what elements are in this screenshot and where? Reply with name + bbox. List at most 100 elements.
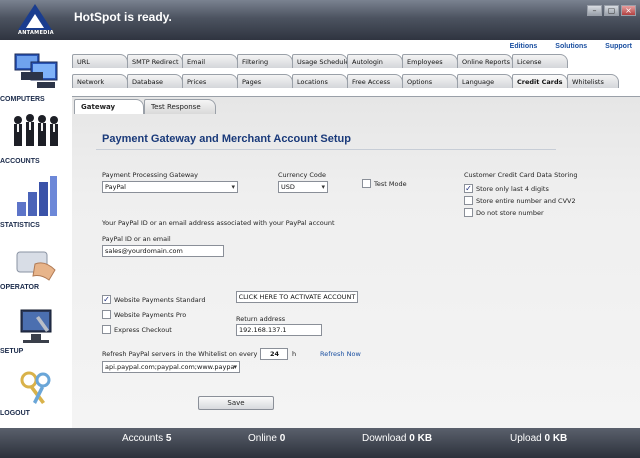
upload-stat-label: Upload xyxy=(510,433,542,444)
tab-usage-schedule[interactable]: Usage Schedule xyxy=(292,54,349,68)
refresh-unit: h xyxy=(292,350,297,358)
brand-label: ANTAMEDIA xyxy=(18,30,54,36)
tab-pages[interactable]: Pages xyxy=(237,74,293,88)
upload-stat: Upload 0 KB xyxy=(510,433,567,444)
support-link[interactable]: Support xyxy=(605,43,632,50)
sidebar-item-operator[interactable]: OPERATOR xyxy=(0,248,72,291)
accounts-stat-value: 5 xyxy=(165,433,172,444)
tab-whitelists[interactable]: Whitelists xyxy=(567,74,619,88)
currency-select[interactable]: USD xyxy=(278,181,328,193)
accounts-stat: Accounts 5 xyxy=(122,433,171,444)
sidebar-item-logout[interactable]: LOGOUT xyxy=(0,368,72,417)
upload-stat-value: 0 KB xyxy=(544,433,568,444)
sidebar-item-computers[interactable]: COMPUTERS xyxy=(0,48,72,103)
sidebar-item-statistics[interactable]: STATISTICS xyxy=(0,174,72,229)
checkbox-box: ✓ xyxy=(464,184,473,193)
sidebar-item-label: COMPUTERS xyxy=(0,96,45,103)
sidebar-item-label: SETUP xyxy=(0,348,24,355)
tab-locations[interactable]: Locations xyxy=(292,74,348,88)
website-payments-standard-checkbox[interactable]: ✓ Website Payments Standard xyxy=(102,295,205,304)
close-button[interactable]: × xyxy=(621,5,636,16)
tab-smtp-redirect[interactable]: SMTP Redirect xyxy=(127,54,183,68)
sidebar-item-label: OPERATOR xyxy=(0,284,40,291)
website-payments-pro-checkbox[interactable]: Website Payments Pro xyxy=(102,310,186,319)
solutions-link[interactable]: Solutions xyxy=(555,43,587,50)
online-stat-value: 0 xyxy=(279,433,286,444)
refresh-now-link[interactable]: Refresh Now xyxy=(320,350,361,358)
save-button[interactable]: Save xyxy=(198,396,274,410)
minimize-button[interactable]: – xyxy=(587,5,602,16)
paypal-note: Your PayPal ID or an email address assoc… xyxy=(102,219,335,227)
checkbox-label: Store only last 4 digits xyxy=(476,184,549,193)
paypal-id-input[interactable]: sales@yourdomain.com xyxy=(102,245,224,257)
tab-language[interactable]: Language xyxy=(457,74,513,88)
tab-license[interactable]: License xyxy=(512,54,568,68)
gateway-select[interactable]: PayPal xyxy=(102,181,238,193)
title-bar: ANTAMEDIA HotSpot is ready. – ▢ × xyxy=(0,0,640,40)
tab-row-2: Network Database Prices Pages Locations … xyxy=(72,74,619,88)
return-address-label: Return address xyxy=(236,315,286,323)
online-stat: Online 0 xyxy=(248,433,285,444)
refresh-label: Refresh PayPal servers in the Whitelist … xyxy=(102,350,258,358)
sidebar-item-accounts[interactable]: ACCOUNTS xyxy=(0,110,72,165)
maximize-button[interactable]: ▢ xyxy=(604,5,619,16)
computers-icon xyxy=(14,53,58,88)
gateway-label: Payment Processing Gateway xyxy=(102,171,199,179)
checkbox-label: Test Mode xyxy=(374,179,407,188)
store-last4-checkbox[interactable]: ✓ Store only last 4 digits xyxy=(464,184,549,193)
checkbox-box xyxy=(464,196,473,205)
setup-icon xyxy=(20,309,52,343)
tab-employees[interactable]: Employees xyxy=(402,54,458,68)
sidebar-item-label: STATISTICS xyxy=(0,222,40,229)
currency-label: Currency Code xyxy=(278,171,326,179)
tab-url[interactable]: URL xyxy=(72,54,128,68)
return-address-input[interactable]: 192.168.137.1 xyxy=(236,324,322,336)
tab-options[interactable]: Options xyxy=(402,74,458,88)
subtab-test-response[interactable]: Test Response xyxy=(144,99,216,114)
credit-cards-panel: Gateway Test Response Payment Gateway an… xyxy=(72,96,640,428)
tab-database[interactable]: Database xyxy=(127,74,183,88)
test-mode-checkbox[interactable]: Test Mode xyxy=(362,179,407,188)
activate-account-button[interactable]: CLICK HERE TO ACTIVATE ACCOUNT xyxy=(236,291,358,303)
checkbox-label: Store entire number and CVV2 xyxy=(476,196,576,205)
logout-icon xyxy=(20,371,51,404)
page-title: Payment Gateway and Merchant Account Set… xyxy=(102,133,351,145)
express-checkout-checkbox[interactable]: Express Checkout xyxy=(102,325,172,334)
tab-row-1: URL SMTP Redirect Email Filtering Usage … xyxy=(72,54,568,68)
checkbox-label: Express Checkout xyxy=(114,325,172,334)
editions-link[interactable]: Editions xyxy=(510,43,538,50)
tab-network[interactable]: Network xyxy=(72,74,128,88)
top-links: Editions Solutions Support xyxy=(510,43,632,50)
subtab-gateway[interactable]: Gateway xyxy=(74,99,144,114)
checkbox-box xyxy=(464,208,473,217)
download-stat: Download 0 KB xyxy=(362,433,432,444)
store-entire-checkbox[interactable]: Store entire number and CVV2 xyxy=(464,196,576,205)
checkbox-label: Do not store number xyxy=(476,208,544,217)
checkbox-label: Website Payments Standard xyxy=(114,295,206,304)
online-stat-label: Online xyxy=(248,433,277,444)
status-bar: Accounts 5 Online 0 Download 0 KB Upload… xyxy=(0,428,640,458)
sidebar: COMPUTERS ACCOUNTS STATISTICS OPERATOR S… xyxy=(0,40,72,428)
tab-online-reports[interactable]: Online Reports xyxy=(457,54,513,68)
tab-filtering[interactable]: Filtering xyxy=(237,54,293,68)
main-area: Editions Solutions Support URL SMTP Redi… xyxy=(72,40,640,428)
tab-prices[interactable]: Prices xyxy=(182,74,238,88)
storing-label: Customer Credit Card Data Storing xyxy=(464,171,578,179)
antamedia-logo: ANTAMEDIA xyxy=(6,3,66,39)
accounts-icon xyxy=(14,114,58,146)
app-status-title: HotSpot is ready. xyxy=(74,10,172,24)
tab-email[interactable]: Email xyxy=(182,54,238,68)
do-not-store-checkbox[interactable]: Do not store number xyxy=(464,208,544,217)
refresh-hours-stepper[interactable]: 24 xyxy=(260,348,288,360)
checkbox-box: ✓ xyxy=(102,295,111,304)
tab-free-access[interactable]: Free Access xyxy=(347,74,403,88)
checkbox-box xyxy=(102,325,111,334)
sidebar-item-label: LOGOUT xyxy=(0,410,30,417)
sidebar-item-setup[interactable]: SETUP xyxy=(0,306,72,355)
checkbox-label: Website Payments Pro xyxy=(114,310,187,319)
download-stat-label: Download xyxy=(362,433,407,444)
sidebar-item-label: ACCOUNTS xyxy=(0,158,40,165)
tab-credit-cards[interactable]: Credit Cards xyxy=(512,74,568,88)
servers-select[interactable]: api.paypal.com;paypal.com;www.paypa xyxy=(102,361,240,373)
tab-autologin[interactable]: Autologin xyxy=(347,54,403,68)
